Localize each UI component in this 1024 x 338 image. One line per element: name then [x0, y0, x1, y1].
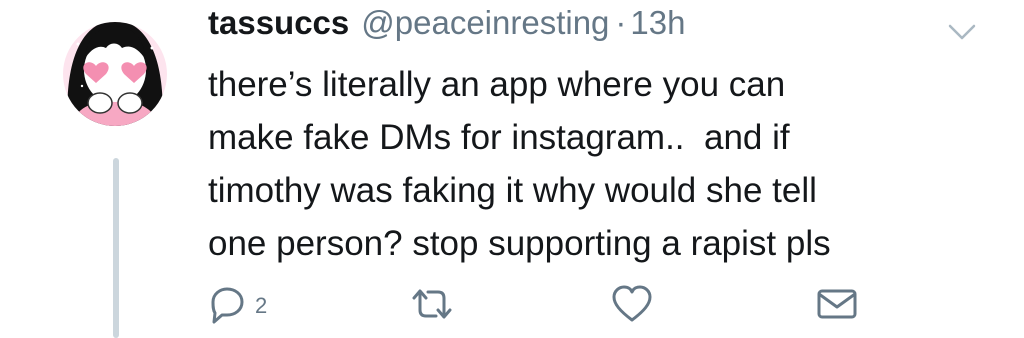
- avatar[interactable]: [60, 8, 170, 144]
- user-handle[interactable]: @peaceinresting: [361, 4, 609, 42]
- thread-line: [113, 158, 119, 338]
- heart-icon: [612, 285, 652, 322]
- reply-icon: [211, 287, 244, 324]
- retweet-icon: [412, 289, 452, 319]
- tweet-text-line: timothy was faking it why would she tell: [208, 171, 817, 210]
- tweet-text-line: there’s literally an app where you can: [208, 65, 786, 104]
- display-name[interactable]: tassuccs: [208, 4, 349, 42]
- tweet-menu-button[interactable]: [944, 18, 980, 44]
- envelope-icon: [817, 289, 857, 319]
- retweet-button[interactable]: [408, 281, 456, 327]
- avatar-illustration: [63, 22, 167, 126]
- tweet-text: there’s literally an app where you can m…: [208, 58, 998, 270]
- tweet-text-line: make fake DMs for instagram.. and if: [208, 118, 790, 157]
- like-button[interactable]: [610, 281, 654, 327]
- separator-dot: ·: [615, 4, 627, 41]
- timestamp[interactable]: 13h: [630, 4, 685, 42]
- tweet-text-line: one person? stop supporting a rapist pls: [208, 224, 831, 263]
- chevron-down-icon: [948, 24, 976, 40]
- reply-count: 2: [255, 293, 268, 318]
- tweet-actions: 2: [205, 281, 865, 327]
- dm-button[interactable]: [815, 281, 859, 327]
- tweet-header: tassuccs @peaceinresting · 13h: [208, 4, 685, 54]
- reply-button[interactable]: 2: [205, 281, 267, 327]
